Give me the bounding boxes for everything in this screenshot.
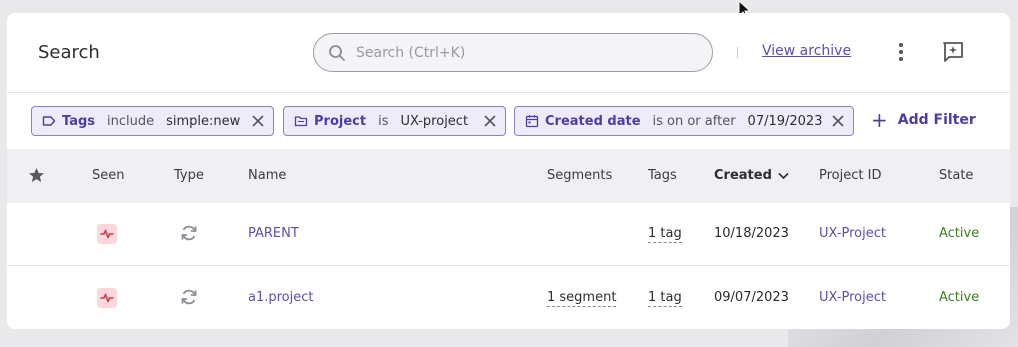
row-name-link[interactable]: a1.project [248,290,314,305]
row-name-link[interactable]: PARENT [248,226,299,241]
row-created: 10/18/2023 [714,226,789,241]
chevron-down-icon [778,172,789,179]
search-input[interactable] [356,44,696,61]
filter-value: simple:new [166,113,241,129]
add-filter-label: Add Filter [897,112,976,128]
table-row[interactable]: PARENT 1 tag 10/18/2023 UX-Project Activ… [7,203,1010,266]
view-archive-link[interactable]: View archive [762,43,851,59]
table-row[interactable]: a1.project 1 segment 1 tag 09/07/2023 UX… [7,267,1010,329]
row-project-id-link[interactable]: UX-Project [819,290,886,305]
filter-value: 07/19/2023 [747,113,823,129]
search-icon [329,44,345,61]
sync-icon [181,289,197,305]
search-panel: Search View archive Ta [7,13,1010,329]
column-header-name[interactable]: Name [248,168,286,183]
row-state: Active [939,226,980,241]
column-header-created[interactable]: Created [714,168,789,183]
column-header-seen[interactable]: Seen [92,168,125,183]
sync-icon [181,225,197,241]
filter-field: Tags [62,113,96,129]
column-header-project-id[interactable]: Project ID [819,168,881,183]
column-header-state[interactable]: State [939,168,973,183]
filter-operator: is [378,113,389,129]
filter-chip-tags[interactable]: Tags include simple:new [31,106,274,136]
table-header: Seen Type Name Segments Tags Created Pro… [7,149,1010,203]
row-tags[interactable]: 1 tag [648,290,682,307]
filter-field: Created date [545,113,641,129]
filter-value: UX-project [400,113,469,129]
row-state: Active [939,290,980,305]
activity-icon [100,293,114,303]
star-icon[interactable] [28,167,45,184]
header: Search View archive [7,13,1010,93]
filter-chip-project[interactable]: Project is UX-project [283,106,506,136]
plus-icon: + [871,108,888,132]
filter-operator: include [107,113,155,129]
row-project-id-link[interactable]: UX-Project [819,226,886,241]
header-divider [737,47,738,58]
seen-badge [97,288,117,308]
page-title: Search [38,42,100,63]
more-options-icon[interactable] [891,41,911,63]
row-tags[interactable]: 1 tag [648,226,682,243]
add-filter-button[interactable]: + Add Filter [871,108,976,132]
remove-filter-icon[interactable] [251,114,265,128]
remove-filter-icon[interactable] [483,114,497,128]
tag-icon [42,116,56,126]
remove-filter-icon[interactable] [831,114,845,128]
row-created: 09/07/2023 [714,290,789,305]
seen-badge [97,224,117,244]
column-header-tags[interactable]: Tags [648,168,677,183]
column-header-type[interactable]: Type [174,168,204,183]
row-segments[interactable]: 1 segment [547,290,617,307]
folder-icon [294,116,308,127]
filter-chip-created-date[interactable]: Created date is on or after 07/19/2023 [514,106,854,136]
calendar-icon [525,115,539,128]
search-box[interactable] [313,33,713,72]
column-header-segments[interactable]: Segments [547,168,612,183]
activity-icon [100,229,114,239]
feedback-icon[interactable] [942,41,964,63]
column-header-created-label: Created [714,168,772,183]
filter-field: Project [314,113,367,129]
filter-bar: Tags include simple:new Project is UX-pr… [7,94,1010,149]
filter-operator: is on or after [652,113,736,129]
